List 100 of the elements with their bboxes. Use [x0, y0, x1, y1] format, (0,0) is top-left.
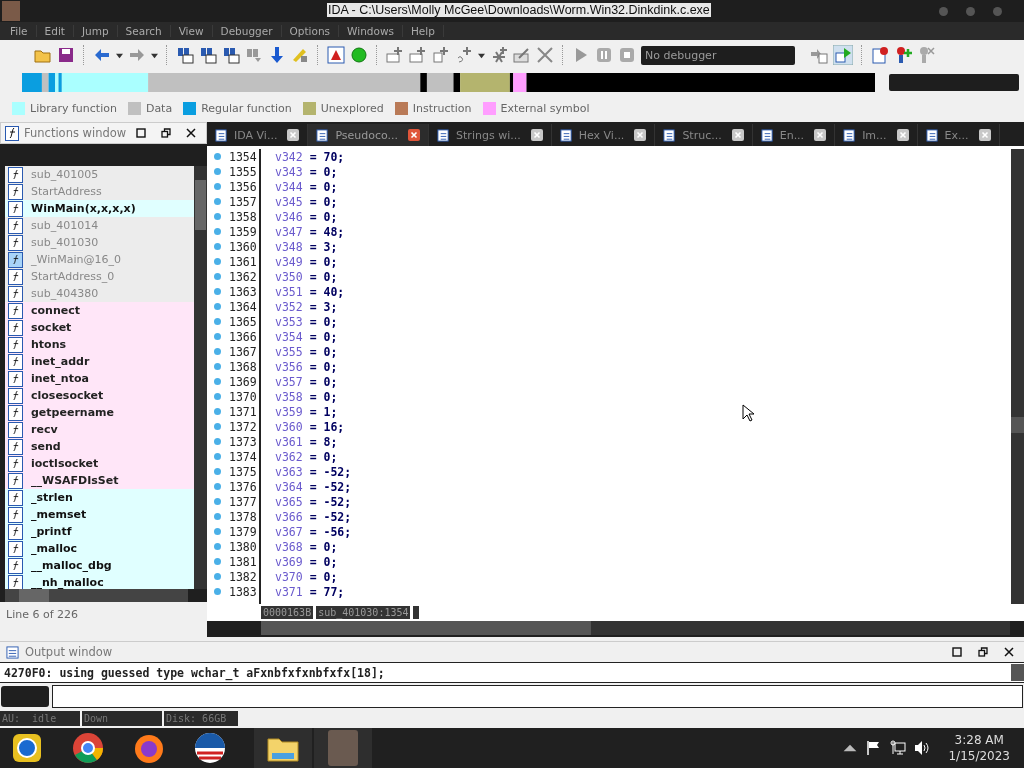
menu-item[interactable]: View [170, 25, 213, 37]
function-item[interactable]: getpeername [5, 404, 194, 421]
function-item[interactable]: send [5, 438, 194, 455]
close-icon[interactable] [530, 129, 543, 141]
menu-item[interactable]: File [2, 25, 37, 37]
line-marker-icon [214, 288, 221, 295]
function-item[interactable]: _strlen [5, 489, 194, 506]
line-marker-icon [214, 393, 221, 400]
network-icon[interactable] [890, 740, 907, 756]
code-line: v348 = 3; [275, 239, 338, 254]
save-icon[interactable] [57, 46, 75, 64]
restore-icon[interactable] [161, 128, 171, 138]
function-item[interactable]: _memset [5, 506, 194, 523]
close-icon[interactable] [634, 129, 647, 141]
function-item[interactable]: inet_addr [5, 353, 194, 370]
caret-icon[interactable] [478, 51, 485, 59]
function-icon [8, 489, 23, 506]
maximize-icon[interactable] [952, 647, 962, 657]
code-line: v352 = 3; [275, 299, 338, 314]
taskbar-button[interactable] [254, 728, 312, 768]
close-icon[interactable] [731, 129, 744, 141]
browser-icon[interactable] [71, 731, 105, 765]
close-icon[interactable] [287, 129, 300, 141]
function-item[interactable]: htons [5, 336, 194, 353]
binoculars-icon[interactable] [199, 46, 217, 64]
line-number: 1376 [229, 479, 257, 494]
clock-time[interactable]: 3:28 AM [954, 733, 1004, 747]
add-code-icon[interactable] [386, 46, 404, 64]
horizontal-scrollbar[interactable] [261, 621, 1010, 635]
function-item[interactable]: closesocket [5, 387, 194, 404]
add-breakpoint-icon[interactable] [894, 46, 912, 64]
function-item[interactable]: connect [5, 302, 194, 319]
close-icon[interactable] [408, 129, 421, 141]
line-marker-icon [214, 378, 221, 385]
speaker-icon[interactable] [914, 740, 931, 756]
debugger-select[interactable]: No debugger [641, 45, 795, 65]
line-marker-icon [214, 498, 221, 505]
menu-item[interactable]: Help [402, 25, 444, 37]
warning-icon[interactable] [327, 46, 345, 64]
menu-item[interactable]: Options [281, 25, 340, 37]
browser-icon[interactable] [10, 731, 44, 765]
horizontal-scrollbar[interactable] [5, 589, 188, 602]
add-text-icon[interactable] [432, 46, 450, 64]
logo-icon[interactable] [193, 731, 227, 765]
function-item[interactable]: socket [5, 319, 194, 336]
down-arrow-icon[interactable] [268, 46, 286, 64]
photo-placeholder [328, 730, 358, 766]
caret-icon[interactable] [151, 51, 158, 59]
c-play-icon[interactable] [833, 45, 853, 65]
language-button[interactable] [1, 685, 49, 707]
restore-icon[interactable] [978, 647, 988, 657]
vertical-scrollbar[interactable] [194, 166, 207, 589]
menu-item[interactable]: Debugger [212, 25, 282, 37]
clock-date[interactable]: 1/15/2023 [948, 749, 1010, 763]
menu-item[interactable]: Windows [339, 25, 403, 37]
command-field[interactable] [52, 684, 1023, 708]
function-item[interactable]: WinMain(x,x,x,x) [5, 200, 194, 217]
line-number: 1382 [229, 569, 257, 584]
function-icon [5, 125, 19, 141]
close-icon[interactable] [814, 129, 827, 141]
function-item[interactable]: __malloc_dbg [5, 557, 194, 574]
navigation-band-drawing[interactable] [22, 72, 875, 92]
function-item[interactable]: inet_ntoa [5, 370, 194, 387]
edit-icon[interactable] [513, 46, 531, 64]
tab[interactable]: Pseudoco... [308, 124, 430, 146]
function-item[interactable]: _malloc [5, 540, 194, 557]
code-line: v366 = -52; [275, 509, 352, 524]
add-data-icon[interactable] [409, 46, 427, 64]
close-icon[interactable] [186, 128, 196, 138]
caret-icon[interactable] [116, 51, 123, 59]
line-number: 1359 [229, 224, 257, 239]
function-item[interactable]: __nh_malloc [5, 574, 194, 589]
function-item[interactable]: ioctlsocket [5, 455, 194, 472]
add-string-icon[interactable] [455, 46, 473, 64]
delete-icon[interactable] [536, 46, 554, 64]
menu-item[interactable]: Edit [36, 25, 74, 37]
maximize-icon[interactable] [136, 128, 146, 138]
menu-item[interactable]: Jump [73, 25, 118, 37]
close-icon[interactable] [896, 129, 909, 141]
close-icon[interactable] [978, 129, 991, 141]
line-number: 1377 [229, 494, 257, 509]
line-number: 1362 [229, 269, 257, 284]
line-number: 1355 [229, 164, 257, 179]
function-item[interactable]: _printf [5, 523, 194, 540]
vertical-scrollbar[interactable] [1011, 149, 1024, 604]
close-icon[interactable] [1004, 647, 1014, 657]
function-item[interactable]: recv [5, 421, 194, 438]
function-item[interactable]: __WSAFDIsSet [5, 472, 194, 489]
line-number: 1363 [229, 284, 257, 299]
binoculars-icon[interactable] [176, 46, 194, 64]
circle-icon[interactable] [350, 46, 368, 64]
breakpoint-list-icon[interactable] [871, 46, 889, 64]
line-number: 1361 [229, 254, 257, 269]
menu-item[interactable]: Search [117, 25, 171, 37]
pen-lock-icon[interactable] [291, 46, 309, 64]
binoculars-icon[interactable] [222, 46, 240, 64]
document-icon [6, 645, 19, 659]
line-marker-icon [214, 558, 221, 565]
panel-title: Functions window [24, 126, 128, 140]
add-star-icon[interactable] [490, 46, 508, 64]
